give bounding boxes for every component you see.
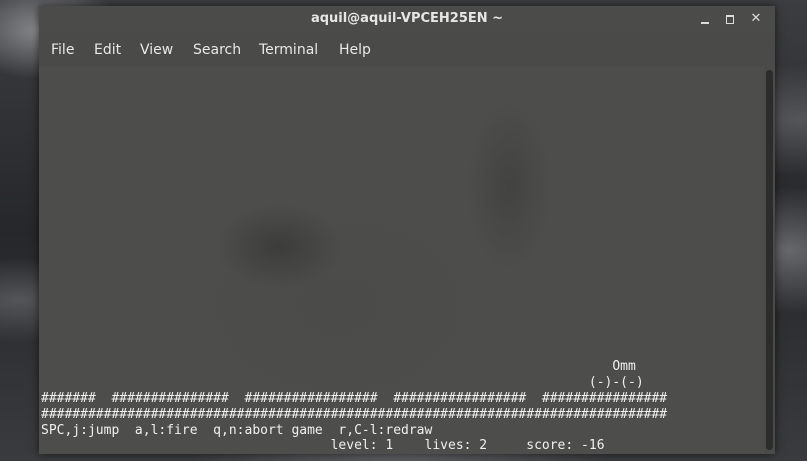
menu-view[interactable]: View xyxy=(140,36,173,64)
terminal-output[interactable]: Omm (-)-(-) ####### ############### ####… xyxy=(39,66,764,454)
menu-edit[interactable]: Edit xyxy=(94,36,121,64)
minimize-icon xyxy=(701,22,709,24)
menu-file[interactable]: File xyxy=(51,36,74,64)
game-ground-top: ####### ############### ################… xyxy=(41,391,668,406)
menu-bar: File Edit View Search Terminal Help xyxy=(39,36,775,64)
game-ground-bottom: ########################################… xyxy=(41,407,668,422)
maximize-icon xyxy=(726,15,734,24)
menu-terminal[interactable]: Terminal xyxy=(259,36,318,64)
scrollbar-thumb[interactable] xyxy=(766,70,773,450)
game-sprite-body: (-)-(-) xyxy=(41,375,644,390)
close-button[interactable]: ✕ xyxy=(746,9,766,29)
maximize-button[interactable] xyxy=(720,9,740,29)
title-bar[interactable]: aquil@aquil-VPCEH25EN ~ ✕ xyxy=(39,6,775,32)
minimize-button[interactable] xyxy=(696,9,716,29)
terminal-scrollbar[interactable] xyxy=(764,66,775,454)
menu-help[interactable]: Help xyxy=(339,36,371,64)
close-icon: ✕ xyxy=(750,11,762,26)
game-status-line: level: 1 lives: 2 score: -16 xyxy=(41,438,605,453)
game-sprite-head: Omm xyxy=(41,359,636,374)
menu-search[interactable]: Search xyxy=(193,36,241,64)
window-title: aquil@aquil-VPCEH25EN ~ xyxy=(310,11,504,26)
terminal-window: aquil@aquil-VPCEH25EN ~ ✕ File Edit View… xyxy=(39,6,775,454)
game-controls-help: SPC,j:jump a,l:fire q,n:abort game r,C-l… xyxy=(41,423,433,438)
